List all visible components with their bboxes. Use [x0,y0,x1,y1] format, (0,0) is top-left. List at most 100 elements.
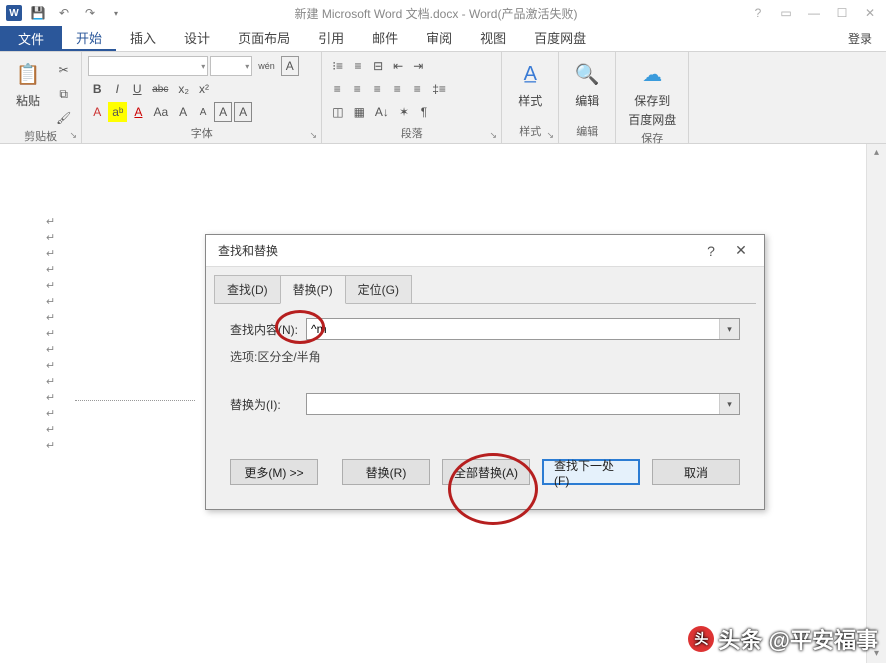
find-next-button[interactable]: 查找下一处(F) [542,459,640,485]
cut-icon[interactable]: ✂ [52,60,75,80]
dialog-help-icon[interactable]: ? [696,243,726,259]
clipboard-launcher-icon[interactable]: ↘ [66,128,80,142]
styles-icon: A̲ [514,58,546,90]
maximize-icon[interactable]: ☐ [830,2,854,24]
vertical-scrollbar[interactable]: ▴ ▾ [866,144,886,663]
editing-button[interactable]: 🔍 编辑 [565,56,609,111]
dialog-titlebar[interactable]: 查找和替换 ? ✕ [206,235,764,267]
group-save: ☁ 保存到 百度网盘 保存 [616,52,689,143]
redo-icon[interactable]: ↷ [80,3,100,23]
login-button[interactable]: 登录 [834,26,886,51]
minimize-icon[interactable]: — [802,2,826,24]
paragraph-mark: ↵ [46,214,55,230]
paragraph-mark: ↵ [46,374,55,390]
subscript-button[interactable]: x₂ [174,79,193,99]
grow-font-button[interactable]: A [174,102,192,122]
paragraph-mark: ↵ [46,438,55,454]
replace-label: 替换为(I): [230,396,306,413]
undo-icon[interactable]: ↶ [54,3,74,23]
font-launcher-icon[interactable]: ↘ [306,128,320,142]
tab-baidu[interactable]: 百度网盘 [520,26,600,51]
borders-icon[interactable]: ▦ [350,102,369,122]
dialog-title: 查找和替换 [218,242,696,259]
qat-customize-icon[interactable]: ▾ [106,3,126,23]
save-baidu-button[interactable]: ☁ 保存到 百度网盘 [622,56,682,130]
italic-button[interactable]: I [108,79,126,99]
find-dropdown-icon[interactable]: ▾ [719,319,739,339]
watermark-text: 头条 @平安福事 [718,623,878,655]
tab-layout[interactable]: 页面布局 [224,26,304,51]
tab-review[interactable]: 审阅 [412,26,466,51]
bold-button[interactable]: B [88,79,106,99]
strike-button[interactable]: abc [148,79,172,99]
distribute-icon[interactable]: ≡ [408,79,426,99]
align-center-icon[interactable]: ≡ [348,79,366,99]
align-left-icon[interactable]: ≡ [328,79,346,99]
highlight-button[interactable]: aᵇ [108,102,127,122]
tab-replace-p[interactable]: 替换(P) [280,275,346,304]
change-case-button[interactable]: Aa [149,102,172,122]
tab-insert[interactable]: 插入 [116,26,170,51]
shrink-font-button[interactable]: A [194,102,212,122]
save-icon[interactable]: 💾 [28,3,48,23]
inc-indent-icon[interactable]: ⇥ [409,56,427,76]
replace-all-button[interactable]: 全部替换(A) [442,459,530,485]
tab-home[interactable]: 开始 [62,26,116,51]
font-color-button[interactable]: A [129,102,147,122]
justify-icon[interactable]: ≡ [388,79,406,99]
more-button[interactable]: 更多(M) >> [230,459,318,485]
styles-button[interactable]: A̲ 样式 [508,56,552,111]
paste-button[interactable]: 📋 粘贴 [6,56,50,111]
help-icon[interactable]: ? [746,2,770,24]
paragraph-mark: ↵ [46,406,55,422]
enclose-char-button[interactable]: A [234,102,252,122]
text-direction-icon[interactable]: ✶ [395,102,413,122]
underline-button[interactable]: U [128,79,146,99]
find-input[interactable] [307,322,719,336]
scroll-up-icon[interactable]: ▴ [867,144,886,162]
group-font: wén A B I U abc x₂ x² A aᵇ A Aa A A A A [82,52,322,143]
font-family-combo[interactable] [88,56,208,76]
group-editing: 🔍 编辑 编辑 [559,52,616,143]
tab-file[interactable]: 文件 [0,26,62,51]
cursor-indicator [75,400,195,401]
line-spacing-icon[interactable]: ‡≡ [428,79,450,99]
tab-view[interactable]: 视图 [466,26,520,51]
cancel-button[interactable]: 取消 [652,459,740,485]
replace-input[interactable] [307,397,719,411]
phonetic-icon[interactable]: wén [254,56,279,76]
ribbon-options-icon[interactable]: ▭ [774,2,798,24]
tab-design[interactable]: 设计 [170,26,224,51]
superscript-button[interactable]: x² [195,79,213,99]
tab-find-d[interactable]: 查找(D) [214,275,281,304]
tab-mailings[interactable]: 邮件 [358,26,412,51]
paragraph-launcher-icon[interactable]: ↘ [486,128,500,142]
dialog-close-icon[interactable]: ✕ [726,242,756,259]
watermark: 头 头条 @平安福事 [688,623,878,655]
format-painter-icon[interactable]: 🖌 [52,108,75,128]
font-size-combo[interactable] [210,56,252,76]
paragraph-mark: ↵ [46,310,55,326]
copy-icon[interactable]: ⧉ [52,84,75,104]
save-label-1: 保存到 [634,92,670,109]
char-border-icon[interactable]: A [281,56,299,76]
text-effects-button[interactable]: A [88,102,106,122]
bullets-icon[interactable]: ⁝≡ [328,56,347,76]
options-value: 区分全/半角 [257,348,320,365]
numbering-icon[interactable]: ≡ [349,56,367,76]
char-shading-button[interactable]: A [214,102,232,122]
replace-input-wrapper: ▾ [306,393,740,415]
multilevel-icon[interactable]: ⊟ [369,56,387,76]
close-icon[interactable]: ✕ [858,2,882,24]
styles-launcher-icon[interactable]: ↘ [543,128,557,142]
replace-button[interactable]: 替换(R) [342,459,430,485]
dec-indent-icon[interactable]: ⇤ [389,56,407,76]
shading-icon[interactable]: ◫ [328,102,347,122]
tab-goto-g[interactable]: 定位(G) [345,275,412,304]
align-right-icon[interactable]: ≡ [368,79,386,99]
replace-dropdown-icon[interactable]: ▾ [719,394,739,414]
show-marks-icon[interactable]: ¶ [415,102,433,122]
save-label-2: 百度网盘 [628,111,676,128]
sort-icon[interactable]: A↓ [371,102,393,122]
tab-references[interactable]: 引用 [304,26,358,51]
